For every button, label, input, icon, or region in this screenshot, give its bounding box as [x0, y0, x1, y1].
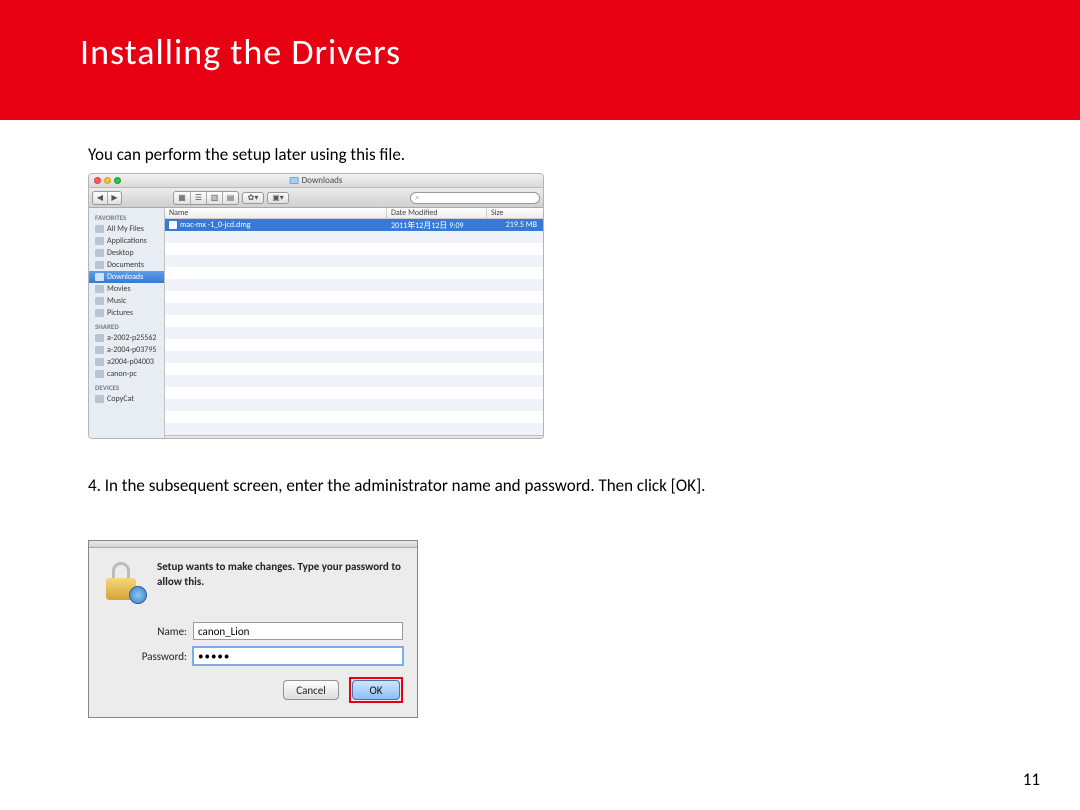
sidebar-item-device[interactable]: CopyCat — [89, 393, 164, 405]
sidebar-item-shared[interactable]: a2004-p04003 — [89, 356, 164, 368]
close-icon[interactable] — [94, 177, 101, 184]
zoom-icon[interactable] — [114, 177, 121, 184]
devices-header: DEVICES — [89, 380, 164, 393]
music-icon — [95, 297, 104, 305]
desktop-icon — [95, 249, 104, 257]
file-rows: mac-mx -1_0-jcd.dmg 2011年12月12日 9:09 219… — [165, 219, 543, 435]
column-view-icon[interactable]: ▥ — [206, 192, 222, 204]
movies-icon — [95, 285, 104, 293]
dmg-icon — [169, 221, 177, 229]
column-headers[interactable]: Name Date Modified Size — [165, 208, 543, 219]
pictures-icon — [95, 309, 104, 317]
list-view-icon[interactable]: ☰ — [190, 192, 206, 204]
cancel-button[interactable]: Cancel — [283, 680, 339, 700]
folder-icon — [290, 177, 299, 184]
favorites-header: FAVORITES — [89, 210, 164, 223]
nav-buttons[interactable]: ◀ ▶ — [92, 191, 122, 205]
title-band: Installing the Drivers — [0, 0, 1080, 120]
content-area: You can perform the setup later using th… — [0, 120, 1080, 718]
file-list-pane: Name Date Modified Size mac-mx -1_0-jcd.… — [165, 208, 543, 438]
action-menu[interactable]: ✿▾ — [242, 192, 264, 204]
ok-highlight: OK — [349, 677, 403, 703]
forward-icon[interactable]: ▶ — [107, 192, 121, 204]
col-size[interactable]: Size — [487, 208, 543, 218]
sidebar-item-downloads[interactable]: Downloads — [89, 271, 164, 283]
sidebar-item-music[interactable]: Music — [89, 295, 164, 307]
computer-icon — [95, 370, 104, 378]
quicklook-button[interactable]: ▣▾ — [267, 192, 289, 204]
computer-icon — [95, 334, 104, 342]
name-label: Name: — [103, 625, 193, 638]
horizontal-scrollbar[interactable] — [165, 435, 543, 438]
lock-icon — [103, 560, 147, 604]
page-number: 11 — [1023, 769, 1040, 790]
col-date[interactable]: Date Modified — [387, 208, 487, 218]
documents-icon — [95, 261, 104, 269]
downloads-icon — [95, 273, 104, 281]
page-title: Installing the Drivers — [80, 30, 1080, 74]
auth-dialog: Setup wants to make changes. Type your p… — [88, 540, 418, 718]
traffic-lights[interactable] — [94, 177, 121, 184]
coverflow-view-icon[interactable]: ▤ — [222, 192, 238, 204]
icon-view-icon[interactable]: ▦ — [174, 192, 190, 204]
all-files-icon — [95, 225, 104, 233]
sidebar-item-applications[interactable]: Applications — [89, 235, 164, 247]
view-buttons[interactable]: ▦ ☰ ▥ ▤ — [173, 191, 239, 205]
search-input[interactable]: ⌕ — [410, 192, 540, 204]
auth-message: Setup wants to make changes. Type your p… — [157, 560, 403, 604]
finder-toolbar: ◀ ▶ ▦ ☰ ▥ ▤ ✿▾ ▣▾ ⌕ — [89, 188, 543, 208]
sidebar-item-documents[interactable]: Documents — [89, 259, 164, 271]
window-title-text: Downloads — [302, 175, 343, 186]
sidebar-item-desktop[interactable]: Desktop — [89, 247, 164, 259]
file-name: mac-mx -1_0-jcd.dmg — [180, 220, 251, 230]
intro-text: You can perform the setup later using th… — [88, 144, 1000, 165]
dialog-titlebar-sliver — [89, 541, 417, 548]
sidebar-item-pictures[interactable]: Pictures — [89, 307, 164, 319]
password-input[interactable]: ••••• — [193, 647, 403, 665]
sidebar-item-movies[interactable]: Movies — [89, 283, 164, 295]
sidebar-item-all-my-files[interactable]: All My Files — [89, 223, 164, 235]
file-size: 219.5 MB — [487, 220, 543, 230]
sidebar-item-shared[interactable]: a-2002-p25562 — [89, 332, 164, 344]
window-title: Downloads — [290, 175, 343, 186]
finder-window: Downloads ◀ ▶ ▦ ☰ ▥ ▤ ✿▾ ▣▾ ⌕ FAVORITES — [88, 173, 544, 439]
search-icon: ⌕ — [415, 193, 419, 203]
ok-button[interactable]: OK — [352, 680, 400, 700]
finder-titlebar: Downloads — [89, 174, 543, 188]
computer-icon — [95, 346, 104, 354]
applications-icon — [95, 237, 104, 245]
table-row[interactable]: mac-mx -1_0-jcd.dmg 2011年12月12日 9:09 219… — [165, 219, 543, 231]
shared-header: SHARED — [89, 319, 164, 332]
password-label: Password: — [103, 650, 193, 663]
computer-icon — [95, 358, 104, 366]
sidebar-item-shared[interactable]: a-2004-p03795 — [89, 344, 164, 356]
step-4-text: 4. In the subsequent screen, enter the a… — [88, 475, 1000, 496]
drive-icon — [95, 395, 104, 403]
name-input[interactable]: canon_Lion — [193, 622, 403, 640]
file-date: 2011年12月12日 9:09 — [387, 220, 487, 231]
finder-sidebar: FAVORITES All My Files Applications Desk… — [89, 208, 165, 438]
sidebar-item-shared[interactable]: canon-pc — [89, 368, 164, 380]
back-icon[interactable]: ◀ — [93, 192, 107, 204]
minimize-icon[interactable] — [104, 177, 111, 184]
col-name[interactable]: Name — [165, 208, 387, 218]
